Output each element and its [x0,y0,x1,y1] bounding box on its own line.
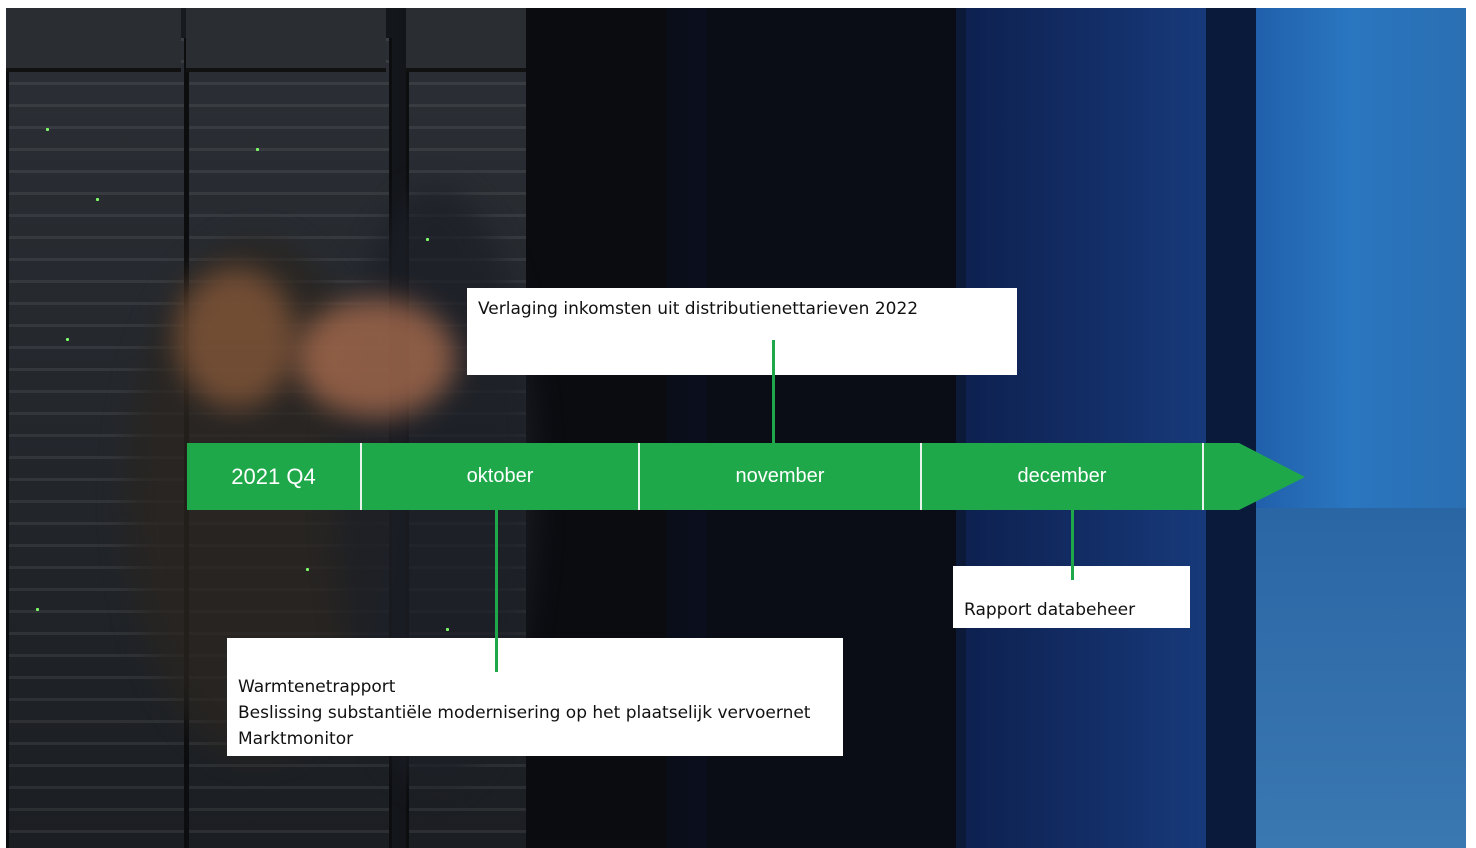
server-frame [1206,8,1256,848]
connector-line [772,340,775,443]
connector-line [495,510,498,672]
rack-top [6,8,181,72]
event-box-november: Verlaging inkomsten uit distributienetta… [467,288,1017,375]
event-box-oktober: Warmtenetrapport Beslissing substantiële… [227,638,843,756]
timeline-month-december: december [1017,465,1107,487]
blurred-person [296,298,456,418]
event-text: Rapport databeheer [964,600,1136,620]
led [46,128,49,131]
led [256,148,259,151]
server-panel [966,8,1206,848]
connector-line [1071,510,1074,580]
event-text: Verlaging inkomsten uit distributienetta… [478,299,919,319]
blurred-person [176,268,296,408]
timeline-month-november: november [735,465,825,487]
led [426,238,429,241]
timeline-month-oktober: oktober [466,465,534,487]
led [66,338,69,341]
event-text: Marktmonitor [238,729,354,749]
rack-top [406,8,526,72]
rack-top [186,8,386,72]
led [36,608,39,611]
timeline-arrow [1203,443,1239,510]
event-text: Beslissing substantiële modernisering op… [238,703,811,723]
event-text: Warmtenetrapport [238,677,396,697]
led [96,198,99,201]
timeline-arrow-head [1239,443,1305,510]
floor [1256,508,1466,848]
timeline-period-label: 2021 Q4 [231,463,316,489]
timeline-separator [1202,443,1204,510]
led [306,568,309,571]
led [446,628,449,631]
